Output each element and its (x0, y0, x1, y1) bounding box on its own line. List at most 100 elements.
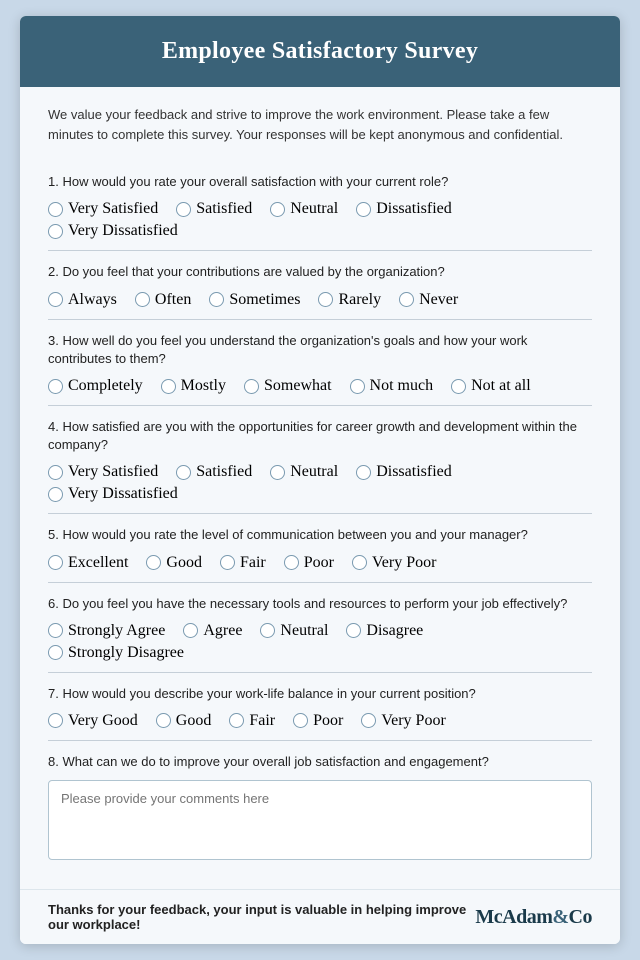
radio-input-q1-1[interactable] (176, 202, 191, 217)
radio-input-q2-1[interactable] (135, 292, 150, 307)
radio-input-q3-2[interactable] (244, 379, 259, 394)
footer-text: Thanks for your feedback, your input is … (48, 902, 475, 932)
radio-label-q4-2: Neutral (290, 463, 338, 481)
radio-option-q1-4[interactable]: Very Dissatisfied (48, 222, 178, 240)
radio-option-q7-1[interactable]: Good (156, 712, 212, 730)
radio-input-q7-2[interactable] (229, 713, 244, 728)
comments-textarea[interactable] (48, 780, 592, 860)
radio-input-q1-2[interactable] (270, 202, 285, 217)
radio-input-q3-0[interactable] (48, 379, 63, 394)
radio-label-q1-4: Very Dissatisfied (68, 222, 178, 240)
radio-input-q7-4[interactable] (361, 713, 376, 728)
radio-option-q6-2[interactable]: Neutral (260, 622, 328, 640)
radio-input-q3-1[interactable] (161, 379, 176, 394)
radio-option-q7-4[interactable]: Very Poor (361, 712, 445, 730)
radio-label-q7-3: Poor (313, 712, 343, 730)
radio-label-q6-0: Strongly Agree (68, 622, 165, 640)
question-block-q6: 6. Do you feel you have the necessary to… (48, 583, 592, 673)
options-row-q4: Very Satisfied Satisfied Neutral Dissatisfi… (48, 463, 592, 503)
radio-input-q2-4[interactable] (399, 292, 414, 307)
radio-option-q3-0[interactable]: Completely (48, 377, 143, 395)
question-text-q3: 3. How well do you feel you understand t… (48, 332, 592, 368)
survey-card: Employee Satisfactory Survey We value yo… (20, 16, 620, 944)
radio-label-q2-2: Sometimes (229, 291, 300, 309)
radio-option-q1-0[interactable]: Very Satisfied (48, 200, 158, 218)
radio-option-q3-3[interactable]: Not much (350, 377, 434, 395)
radio-option-q3-2[interactable]: Somewhat (244, 377, 332, 395)
radio-option-q6-0[interactable]: Strongly Agree (48, 622, 165, 640)
radio-label-q3-1: Mostly (181, 377, 226, 395)
radio-input-q6-0[interactable] (48, 623, 63, 638)
radio-input-q2-2[interactable] (209, 292, 224, 307)
radio-input-q6-2[interactable] (260, 623, 275, 638)
radio-option-q6-1[interactable]: Agree (183, 622, 242, 640)
radio-input-q3-4[interactable] (451, 379, 466, 394)
radio-option-q5-4[interactable]: Very Poor (352, 554, 436, 572)
radio-input-q3-3[interactable] (350, 379, 365, 394)
radio-option-q4-3[interactable]: Dissatisfied (356, 463, 452, 481)
radio-input-q1-0[interactable] (48, 202, 63, 217)
radio-input-q4-4[interactable] (48, 487, 63, 502)
radio-label-q5-1: Good (166, 554, 202, 572)
radio-option-q5-3[interactable]: Poor (284, 554, 334, 572)
radio-label-q2-4: Never (419, 291, 458, 309)
radio-option-q5-0[interactable]: Excellent (48, 554, 128, 572)
radio-input-q6-1[interactable] (183, 623, 198, 638)
radio-option-q6-4[interactable]: Strongly Disagree (48, 644, 184, 662)
question-block-q5: 5. How would you rate the level of commu… (48, 514, 592, 582)
radio-option-q3-4[interactable]: Not at all (451, 377, 531, 395)
radio-option-q5-2[interactable]: Fair (220, 554, 266, 572)
radio-option-q5-1[interactable]: Good (146, 554, 202, 572)
questions-container: 1. How would you rate your overall satis… (48, 161, 592, 875)
radio-label-q6-2: Neutral (280, 622, 328, 640)
radio-input-q4-1[interactable] (176, 465, 191, 480)
options-row-q6: Strongly Agree Agree Neutral Disagree Strong… (48, 622, 592, 662)
radio-label-q1-0: Very Satisfied (68, 200, 158, 218)
radio-input-q7-0[interactable] (48, 713, 63, 728)
radio-label-q4-0: Very Satisfied (68, 463, 158, 481)
radio-input-q5-1[interactable] (146, 555, 161, 570)
radio-input-q5-2[interactable] (220, 555, 235, 570)
radio-option-q1-1[interactable]: Satisfied (176, 200, 252, 218)
radio-option-q4-4[interactable]: Very Dissatisfied (48, 485, 178, 503)
question-text-q8: 8. What can we do to improve your overal… (48, 753, 592, 771)
radio-input-q6-4[interactable] (48, 645, 63, 660)
survey-title: Employee Satisfactory Survey (50, 38, 590, 65)
radio-option-q6-3[interactable]: Disagree (346, 622, 423, 640)
radio-option-q3-1[interactable]: Mostly (161, 377, 226, 395)
radio-option-q4-2[interactable]: Neutral (270, 463, 338, 481)
radio-option-q1-3[interactable]: Dissatisfied (356, 200, 452, 218)
radio-option-q4-0[interactable]: Very Satisfied (48, 463, 158, 481)
radio-input-q2-0[interactable] (48, 292, 63, 307)
question-text-q1: 1. How would you rate your overall satis… (48, 173, 592, 191)
radio-option-q2-3[interactable]: Rarely (318, 291, 381, 309)
radio-option-q4-1[interactable]: Satisfied (176, 463, 252, 481)
radio-option-q2-1[interactable]: Often (135, 291, 191, 309)
radio-option-q2-4[interactable]: Never (399, 291, 458, 309)
radio-input-q4-3[interactable] (356, 465, 371, 480)
radio-input-q7-3[interactable] (293, 713, 308, 728)
radio-label-q4-4: Very Dissatisfied (68, 485, 178, 503)
radio-input-q7-1[interactable] (156, 713, 171, 728)
radio-option-q2-0[interactable]: Always (48, 291, 117, 309)
radio-input-q5-0[interactable] (48, 555, 63, 570)
radio-input-q6-3[interactable] (346, 623, 361, 638)
radio-label-q5-3: Poor (304, 554, 334, 572)
radio-label-q5-2: Fair (240, 554, 266, 572)
radio-input-q1-3[interactable] (356, 202, 371, 217)
radio-option-q7-3[interactable]: Poor (293, 712, 343, 730)
radio-option-q1-2[interactable]: Neutral (270, 200, 338, 218)
radio-label-q3-2: Somewhat (264, 377, 332, 395)
radio-input-q1-4[interactable] (48, 224, 63, 239)
radio-input-q4-2[interactable] (270, 465, 285, 480)
radio-input-q4-0[interactable] (48, 465, 63, 480)
radio-option-q7-0[interactable]: Very Good (48, 712, 138, 730)
radio-input-q5-3[interactable] (284, 555, 299, 570)
survey-body: We value your feedback and strive to imp… (20, 87, 620, 889)
radio-label-q3-0: Completely (68, 377, 143, 395)
radio-input-q5-4[interactable] (352, 555, 367, 570)
radio-option-q7-2[interactable]: Fair (229, 712, 275, 730)
radio-option-q2-2[interactable]: Sometimes (209, 291, 300, 309)
radio-label-q3-3: Not much (370, 377, 434, 395)
radio-input-q2-3[interactable] (318, 292, 333, 307)
